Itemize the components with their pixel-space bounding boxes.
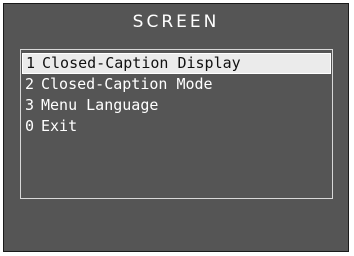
menu-item-number: 1 [26, 54, 36, 72]
menu-item-number: 2 [25, 75, 35, 93]
menu-item-number: 0 [25, 117, 35, 135]
menu-item-label: Closed-Caption Display [42, 54, 241, 72]
menu-item-exit[interactable]: 0 Exit [22, 116, 331, 137]
menu-item-label: Closed-Caption Mode [41, 75, 213, 93]
menu-list: 1 Closed-Caption Display 2 Closed-Caption … [22, 53, 331, 137]
menu-panel: 1 Closed-Caption Display 2 Closed-Caption … [20, 49, 333, 199]
menu-item-label: Exit [41, 117, 78, 135]
menu-item-closed-caption-mode[interactable]: 2 Closed-Caption Mode [22, 74, 331, 95]
menu-item-closed-caption-display[interactable]: 1 Closed-Caption Display [22, 53, 331, 74]
osd-screen: SCREEN 1 Closed-Caption Display 2 Closed-C… [3, 3, 349, 252]
menu-item-label: Menu Language [41, 96, 159, 114]
screen-title: SCREEN [132, 12, 220, 32]
menu-item-number: 3 [25, 96, 35, 114]
menu-item-menu-language[interactable]: 3 Menu Language [22, 95, 331, 116]
